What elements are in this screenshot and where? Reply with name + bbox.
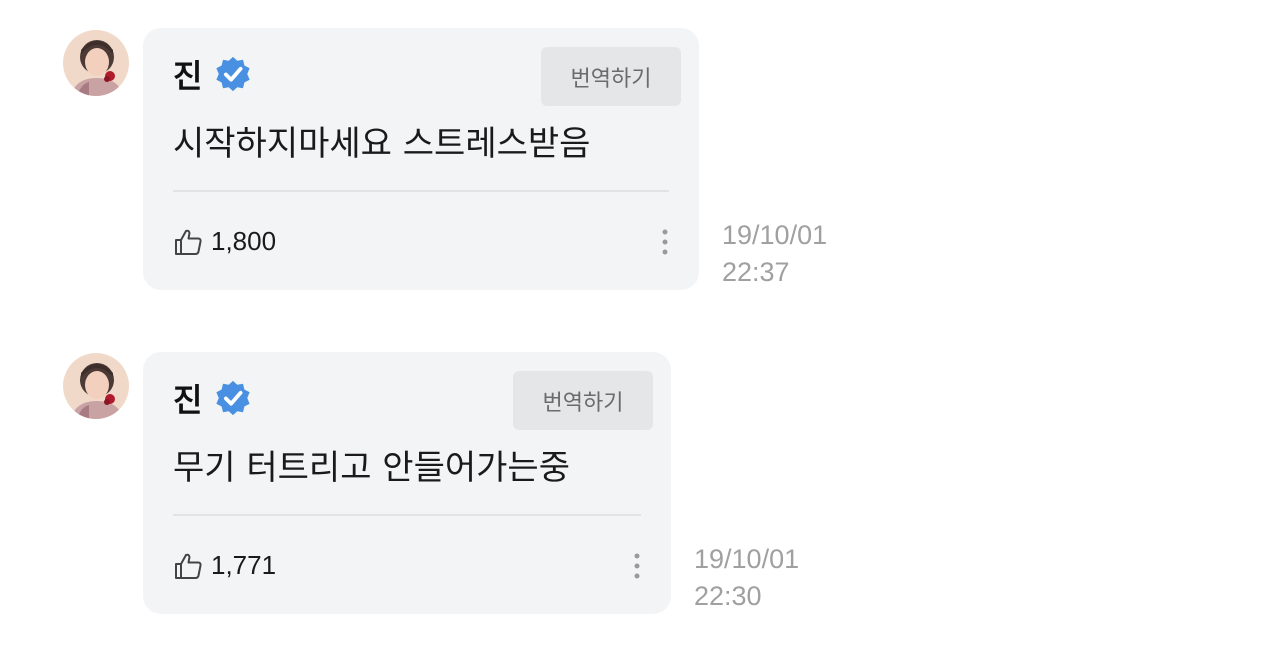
message-timestamp: 19/10/01 22:30 — [694, 541, 799, 615]
timestamp-date: 19/10/01 — [722, 220, 828, 250]
author-name[interactable]: 진 — [173, 51, 202, 97]
timestamp-date: 19/10/01 — [694, 544, 800, 574]
message-header: 진 — [173, 374, 252, 422]
message-timestamp: 19/10/01 22:37 — [722, 217, 827, 291]
verified-badge-icon — [214, 55, 252, 93]
like-button[interactable]: 1,800 — [173, 226, 276, 257]
like-count: 1,771 — [211, 550, 277, 580]
message-text: 무기 터트리고 안들어가는중 — [173, 448, 570, 488]
thumbs-up-icon — [173, 227, 203, 257]
timestamp-time: 22:30 — [694, 581, 762, 611]
like-button[interactable]: 1,771 — [173, 550, 276, 581]
vertical-dots-icon — [662, 229, 668, 255]
thumbs-up-icon — [173, 551, 203, 581]
message-text: 시작하지마세요 스트레스받음 — [173, 124, 591, 164]
message-bubble: 진 번역하기 무기 터트리고 안들어가는중 1,771 — [143, 352, 671, 614]
vertical-dots-icon — [634, 553, 640, 579]
message-bubble: 진 번역하기 시작하지마세요 스트레스받음 1,800 — [143, 28, 699, 290]
avatar[interactable] — [63, 353, 129, 419]
translate-button[interactable]: 번역하기 — [541, 47, 681, 106]
message-item: 진 번역하기 시작하지마세요 스트레스받음 1,800 19/10/01 22:… — [0, 0, 1279, 300]
author-name[interactable]: 진 — [173, 375, 202, 421]
more-options-button[interactable] — [655, 222, 675, 262]
divider — [173, 514, 641, 516]
message-item: 진 번역하기 무기 터트리고 안들어가는중 1,771 19/10/01 22:… — [0, 325, 1279, 625]
translate-button[interactable]: 번역하기 — [513, 371, 653, 430]
message-header: 진 — [173, 50, 252, 98]
divider — [173, 190, 669, 192]
more-options-button[interactable] — [627, 546, 647, 586]
timestamp-time: 22:37 — [722, 257, 790, 287]
verified-badge-icon — [214, 379, 252, 417]
avatar[interactable] — [63, 30, 129, 96]
like-count: 1,800 — [211, 226, 277, 256]
